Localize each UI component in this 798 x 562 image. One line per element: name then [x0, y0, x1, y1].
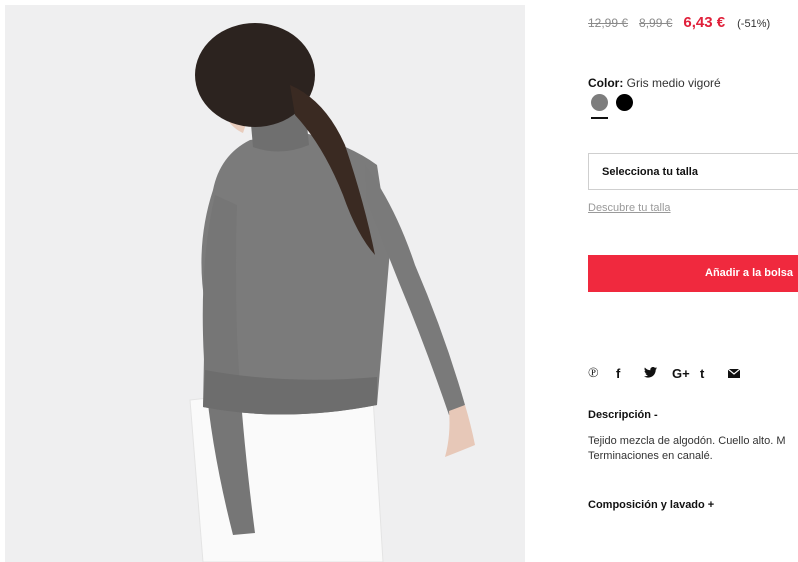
- previous-price: 8,99 €: [639, 16, 673, 30]
- sale-price: 6,43 €: [683, 14, 726, 31]
- product-image[interactable]: [5, 5, 525, 562]
- description-line: Terminaciones en canalé.: [588, 450, 713, 462]
- twitter-icon[interactable]: [644, 366, 672, 381]
- composition-toggle[interactable]: Composición y lavado +: [588, 499, 714, 511]
- color-swatches: [591, 94, 641, 111]
- size-select[interactable]: Selecciona tu talla: [588, 153, 798, 190]
- google-plus-icon[interactable]: G+: [672, 366, 700, 381]
- description-text: Tejido mezcla de algodón. Cuello alto. M…: [588, 434, 798, 464]
- size-select-label: Selecciona tu talla: [602, 166, 698, 178]
- price-row: 12,99 € 8,99 € 6,43 € (-51%): [588, 14, 770, 31]
- color-swatch-grey[interactable]: [591, 94, 608, 111]
- pinterest-icon[interactable]: ℗: [588, 365, 616, 382]
- add-to-bag-label: Añadir a la bolsa: [705, 267, 794, 279]
- color-swatch-black[interactable]: [616, 94, 633, 111]
- color-label: Color:: [588, 76, 624, 90]
- facebook-icon[interactable]: f: [616, 366, 644, 381]
- color-label-row: Color: Gris medio vigoré: [588, 76, 721, 90]
- selected-swatch-indicator: [591, 117, 608, 119]
- original-price: 12,99 €: [588, 16, 629, 30]
- share-icons: ℗ f G+ t: [588, 365, 756, 382]
- color-value: Gris medio vigoré: [626, 76, 721, 90]
- discount-badge: (-51%): [737, 18, 771, 30]
- add-to-bag-button[interactable]: Añadir a la bolsa: [588, 255, 798, 292]
- description-toggle[interactable]: Descripción -: [588, 409, 658, 421]
- description-line: Tejido mezcla de algodón. Cuello alto. M: [588, 435, 786, 447]
- tumblr-icon[interactable]: t: [700, 366, 728, 381]
- size-guide-link[interactable]: Descubre tu talla: [588, 202, 671, 214]
- email-icon[interactable]: [727, 366, 756, 381]
- model-illustration: [189, 23, 475, 562]
